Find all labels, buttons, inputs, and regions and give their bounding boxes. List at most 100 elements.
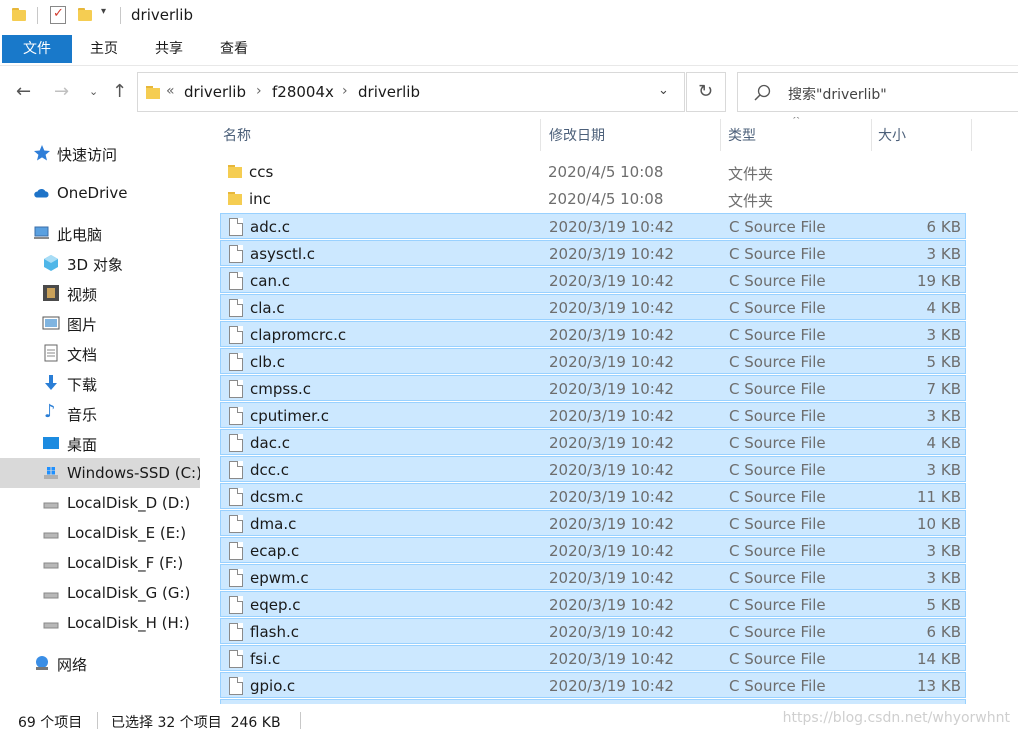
search-input[interactable]: 搜索"driverlib"	[788, 84, 887, 104]
file-name: cmpss.c	[250, 380, 312, 398]
nav-desktop[interactable]: 桌面	[0, 428, 200, 458]
nav-label: 3D 对象	[67, 256, 123, 274]
column-header-type[interactable]: 类型	[728, 125, 756, 145]
properties-icon[interactable]: ✓	[50, 6, 66, 24]
breadcrumb-driverlib-root[interactable]: driverlib	[184, 83, 246, 101]
nav-drive-d[interactable]: LocalDisk_D (D:)	[0, 488, 200, 518]
file-row[interactable]: adc.c 2020/3/19 10:42 C Source File 6 KB	[220, 213, 966, 239]
file-type: C Source File	[729, 596, 826, 614]
file-size: 14 KB	[917, 650, 961, 668]
file-row[interactable]: epwm.c 2020/3/19 10:42 C Source File 3 KB	[220, 564, 966, 590]
folder-icon	[12, 8, 26, 21]
nav-label: 音乐	[67, 406, 98, 424]
folder-row[interactable]: inc 2020/4/5 10:08 文件夹	[220, 186, 966, 212]
breadcrumb-separator[interactable]: ›	[342, 83, 348, 99]
file-row[interactable]: ecap.c 2020/3/19 10:42 C Source File 3 KB	[220, 537, 966, 563]
file-type: C Source File	[729, 407, 826, 425]
file-row[interactable]: flash.c 2020/3/19 10:42 C Source File 6 KB	[220, 618, 966, 644]
folder-icon	[228, 192, 242, 205]
nav-quick-access[interactable]: 快速访问	[0, 138, 200, 168]
nav-videos[interactable]: 视频	[0, 278, 200, 308]
nav-pictures[interactable]: 图片	[0, 308, 200, 338]
folder-row[interactable]: ccs 2020/4/5 10:08 文件夹	[220, 159, 966, 185]
file-row[interactable]: eqep.c 2020/3/19 10:42 C Source File 5 KB	[220, 591, 966, 617]
nav-label: LocalDisk_E (E:)	[67, 524, 187, 542]
file-row[interactable]: clapromcrc.c 2020/3/19 10:42 C Source File…	[220, 321, 966, 347]
file-row[interactable]: cmpss.c 2020/3/19 10:42 C Source File 7 KB	[220, 375, 966, 401]
file-row[interactable]: asysctl.c 2020/3/19 10:42 C Source File 3 K…	[220, 240, 966, 266]
address-bar[interactable]: « driverlib › f28004x › driverlib ⌄	[137, 72, 685, 112]
refresh-button[interactable]: ↻	[686, 72, 726, 112]
file-date: 2020/3/19 10:42	[549, 677, 674, 695]
desktop-icon	[43, 437, 59, 449]
file-row[interactable]: dma.c 2020/3/19 10:42 C Source File 10 KB	[220, 510, 966, 536]
nav-label: 图片	[67, 316, 98, 334]
nav-drive-f[interactable]: LocalDisk_F (F:)	[0, 548, 200, 578]
breadcrumb-f28004x[interactable]: f28004x	[272, 83, 334, 101]
c-file-icon	[229, 488, 243, 506]
file-date: 2020/3/19 10:42	[549, 272, 674, 290]
file-row[interactable]: gpio.c 2020/3/19 10:42 C Source File 13 KB	[220, 672, 966, 698]
computer-icon	[34, 226, 49, 239]
nav-music[interactable]: ♪ 音乐	[0, 398, 200, 428]
nav-drive-c[interactable]: Windows-SSD (C:)	[0, 458, 202, 488]
nav-this-pc[interactable]: 此电脑	[0, 218, 200, 248]
column-header-name[interactable]: 名称	[223, 125, 251, 145]
file-row[interactable]: dcsm.c 2020/3/19 10:42 C Source File 11 KB	[220, 483, 966, 509]
file-row[interactable]: cla.c 2020/3/19 10:42 C Source File 4 KB	[220, 294, 966, 320]
file-row[interactable]: fsi.c 2020/3/19 10:42 C Source File 14 KB	[220, 645, 966, 671]
up-arrow-icon[interactable]: ↑	[112, 81, 127, 102]
navigation-pane: 快速访问 OneDrive 此电脑 3D 对象 视频 图片 文档 下载 ♪ 音乐…	[0, 117, 202, 704]
c-file-icon	[229, 515, 243, 533]
customize-quick-access-dropdown[interactable]: ▾	[101, 6, 106, 17]
tab-home[interactable]: 主页	[80, 34, 128, 64]
file-row[interactable]: dac.c 2020/3/19 10:42 C Source File 4 KB	[220, 429, 966, 455]
column-header-date[interactable]: 修改日期	[549, 125, 605, 145]
c-file-icon	[229, 434, 243, 452]
network-icon	[36, 656, 48, 670]
file-type: C Source File	[729, 650, 826, 668]
refresh-icon: ↻	[698, 81, 714, 102]
chevron-down-icon[interactable]: ⌄	[658, 83, 669, 98]
column-divider[interactable]	[540, 119, 541, 151]
forward-arrow-icon[interactable]: →	[54, 81, 69, 102]
search-box[interactable]: 搜索"driverlib"	[737, 72, 1018, 112]
drive-icon	[43, 592, 59, 599]
nav-3d-objects[interactable]: 3D 对象	[0, 248, 200, 278]
column-divider[interactable]	[971, 119, 972, 151]
nav-drive-g[interactable]: LocalDisk_G (G:)	[0, 578, 200, 608]
nav-network[interactable]: 网络	[0, 648, 200, 678]
file-date: 2020/3/19 10:42	[549, 596, 674, 614]
file-type: C Source File	[729, 326, 826, 344]
column-divider[interactable]	[871, 119, 872, 151]
breadcrumb-overflow[interactable]: «	[166, 83, 175, 99]
tab-view[interactable]: 查看	[210, 34, 258, 64]
file-size: 6 KB	[926, 218, 961, 236]
nav-drive-e[interactable]: LocalDisk_E (E:)	[0, 518, 200, 548]
tab-share[interactable]: 共享	[145, 34, 193, 64]
new-folder-icon[interactable]	[78, 8, 92, 21]
file-type: C Source File	[729, 488, 826, 506]
nav-documents[interactable]: 文档	[0, 338, 200, 368]
nav-onedrive[interactable]: OneDrive	[0, 178, 200, 208]
breadcrumb-driverlib[interactable]: driverlib	[358, 83, 420, 101]
back-arrow-icon[interactable]: ←	[16, 81, 31, 102]
file-row[interactable]: can.c 2020/3/19 10:42 C Source File 19 KB	[220, 267, 966, 293]
column-divider[interactable]	[720, 119, 721, 151]
file-name: ecap.c	[250, 542, 300, 560]
file-row[interactable]: dcc.c 2020/3/19 10:42 C Source File 3 KB	[220, 456, 966, 482]
file-date: 2020/3/19 10:42	[549, 245, 674, 263]
drive-icon	[43, 562, 59, 569]
nav-drive-h[interactable]: LocalDisk_H (H:)	[0, 608, 200, 638]
file-row[interactable]: cputimer.c 2020/3/19 10:42 C Source File 3 …	[220, 402, 966, 428]
file-size: 3 KB	[926, 542, 961, 560]
file-name: clapromcrc.c	[250, 326, 347, 344]
recent-locations-chevron-icon[interactable]: ⌄	[89, 85, 98, 98]
column-header-size[interactable]: 大小	[878, 125, 906, 145]
file-row[interactable]: clb.c 2020/3/19 10:42 C Source File 5 KB	[220, 348, 966, 374]
file-name: can.c	[250, 272, 290, 290]
nav-downloads[interactable]: 下载	[0, 368, 200, 398]
tab-file[interactable]: 文件	[2, 35, 72, 63]
watermark: https://blog.csdn.net/whyorwhnt	[782, 710, 1010, 726]
breadcrumb-separator[interactable]: ›	[256, 83, 262, 99]
